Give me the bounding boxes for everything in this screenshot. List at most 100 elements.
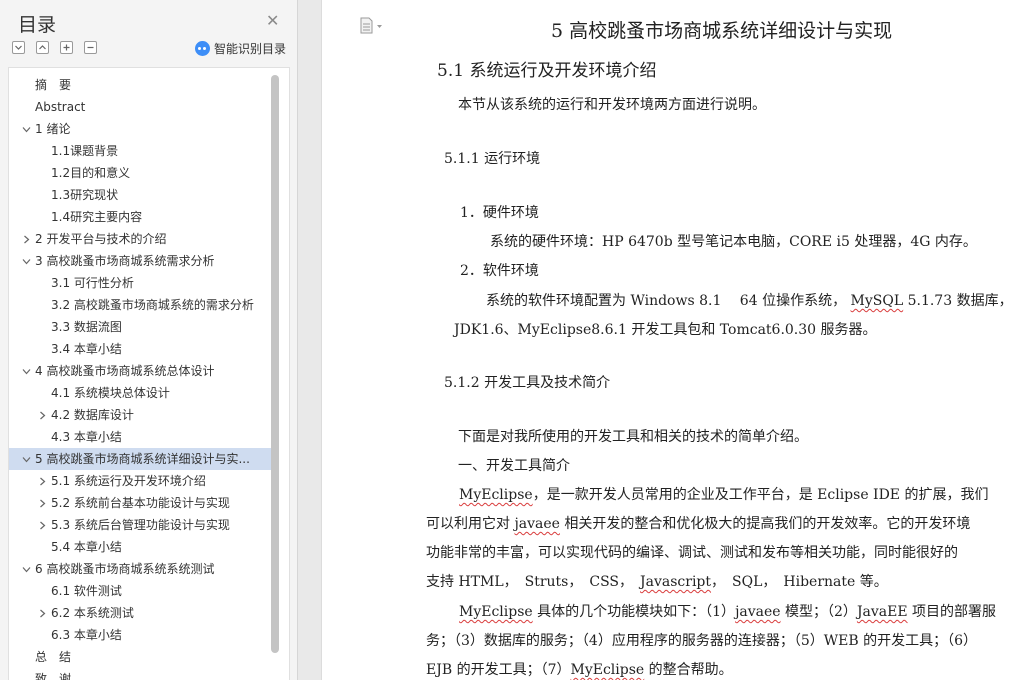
toc-item[interactable]: 6.1 软件测试 xyxy=(9,580,272,602)
section-heading: 5.1 系统运行及开发环境介绍 xyxy=(437,61,657,81)
toc-item[interactable]: 1.3研究现状 xyxy=(9,184,272,206)
spellcheck-word: JavaEE xyxy=(856,604,908,620)
collapse-all-icon[interactable] xyxy=(36,41,49,54)
close-icon[interactable]: ✕ xyxy=(266,11,279,30)
chevron-down-icon[interactable] xyxy=(22,125,31,134)
toc-item-label: 总 结 xyxy=(35,650,72,664)
subsection-heading-512: 5.1.2 开发工具及技术简介 xyxy=(444,375,611,391)
toc-item-label: 1.4研究主要内容 xyxy=(51,210,143,224)
spellcheck-word: MyEclipse xyxy=(459,487,533,503)
toc-item[interactable]: 4.3 本章小结 xyxy=(9,426,272,448)
toc-item[interactable]: 1 绪论 xyxy=(9,118,272,140)
text-run: 模型；（2） xyxy=(780,604,857,620)
toc-item[interactable]: 摘 要 xyxy=(9,74,272,96)
toc-item-label: 5.3 系统后台管理功能设计与实现 xyxy=(51,518,230,532)
spellcheck-word: javaee xyxy=(735,604,781,620)
text-run: 系统的软件环境配置为 Windows 8.1 64 位操作系统， xyxy=(486,293,851,309)
body-line: MyEclipse 具体的几个功能模块如下：（1）javaee 模型；（2）Ja… xyxy=(459,601,996,621)
spellcheck-word: MySQL xyxy=(850,293,904,309)
toc-item[interactable]: 5.3 系统后台管理功能设计与实现 xyxy=(9,514,272,536)
hardware-title: 1．硬件环境 xyxy=(460,205,539,221)
toc-item-label: 4.1 系统模块总体设计 xyxy=(51,386,170,400)
expand-all-icon[interactable] xyxy=(12,41,25,54)
toc-item[interactable]: 1.2目的和意义 xyxy=(9,162,272,184)
toc-item[interactable]: 1.4研究主要内容 xyxy=(9,206,272,228)
toc-item-label: 6.1 软件测试 xyxy=(51,584,122,598)
toc-item[interactable]: 3.3 数据流图 xyxy=(9,316,272,338)
toc-item[interactable]: 3 高校跳蚤市场商城系统需求分析 xyxy=(9,250,272,272)
toc-item-label: 5.2 系统前台基本功能设计与实现 xyxy=(51,496,230,510)
spellcheck-word: MyEclipse xyxy=(570,662,645,678)
document-area: 5 高校跳蚤市场商城系统详细设计与实现 5.1 系统运行及开发环境介绍 本节从该… xyxy=(299,0,1021,680)
toc-panel-title: 目录 xyxy=(18,14,57,36)
add-heading-icon[interactable] xyxy=(60,41,73,54)
document-icon[interactable] xyxy=(360,17,386,39)
toc-item[interactable]: 5 高校跳蚤市场商城系统详细设计与实... xyxy=(9,448,272,470)
toc-scrollbar[interactable] xyxy=(271,75,279,653)
spellcheck-word: javaee xyxy=(514,516,560,532)
toc-list: 摘 要 Abstract 1 绪论 1.1课题背景 1.2目的和意义 1.3研究现状 1.4… xyxy=(9,74,272,680)
body-line: MyEclipse，是一款开发人员常用的企业及工作平台，是 Eclipse ID… xyxy=(459,484,988,504)
toc-item[interactable]: 4 高校跳蚤市场商城系统总体设计 xyxy=(9,360,272,382)
toc-item[interactable]: 3.2 高校跳蚤市场商城系统的需求分析 xyxy=(9,294,272,316)
text-run: 具体的几个功能模块如下：（1） xyxy=(532,604,736,620)
toc-item[interactable]: 4.2 数据库设计 xyxy=(9,404,272,426)
toc-item-label: 6 高校跳蚤市场商城系统系统测试 xyxy=(35,562,215,576)
chevron-down-icon[interactable] xyxy=(22,367,31,376)
body-line: 可以利用它对 javaee 相关开发的整合和优化极大的提高我们的开发效率。它的开… xyxy=(426,513,970,533)
toc-item-label: 3.4 本章小结 xyxy=(51,342,122,356)
toc-item[interactable]: 5.2 系统前台基本功能设计与实现 xyxy=(9,492,272,514)
body-line: 务；（3）数据库的服务；（4）应用程序的服务器的连接器；（5）WEB 的开发工具… xyxy=(426,633,977,649)
toc-item[interactable]: 2 开发平台与技术的介绍 xyxy=(9,228,272,250)
toc-item[interactable]: 5.1 系统运行及开发环境介绍 xyxy=(9,470,272,492)
toc-item[interactable]: 致 谢 xyxy=(9,668,272,680)
toc-tree: 摘 要 Abstract 1 绪论 1.1课题背景 1.2目的和意义 1.3研究现状 1.4… xyxy=(8,67,290,680)
toc-item[interactable]: 3.1 可行性分析 xyxy=(9,272,272,294)
text-run: ， SQL， Hibernate 等。 xyxy=(711,574,888,590)
toc-item[interactable]: 3.4 本章小结 xyxy=(9,338,272,360)
toc-item-label: 6.3 本章小结 xyxy=(51,628,122,642)
text-run: 项目的部署服 xyxy=(907,604,997,620)
text-run: 支持 HTML， Struts， CSS， xyxy=(426,574,641,590)
toc-item[interactable]: Abstract xyxy=(9,96,272,118)
text-run: 可以利用它对 xyxy=(426,516,515,532)
smart-toc-label: 智能识别目录 xyxy=(214,42,287,56)
toc-panel: 目录 ✕ 智能识别目录 摘 要 Abstract 1 绪论 1.1课题背景 1.2目的和… xyxy=(0,0,298,680)
chevron-down-icon[interactable] xyxy=(22,257,31,266)
toc-item-label: 3.2 高校跳蚤市场商城系统的需求分析 xyxy=(51,298,254,312)
toc-item[interactable]: 1.1课题背景 xyxy=(9,140,272,162)
toc-item-label: 摘 要 xyxy=(35,78,72,92)
chevron-right-icon[interactable] xyxy=(38,499,47,508)
chevron-right-icon[interactable] xyxy=(38,477,47,486)
tools-intro-paragraph: 下面是对我所使用的开发工具和相关的技术的简单介绍。 xyxy=(458,429,808,445)
text-run: ，是一款开发人员常用的企业及工作平台，是 Eclipse IDE 的扩展，我们 xyxy=(532,487,989,503)
toc-item-label: 3.3 数据流图 xyxy=(51,320,122,334)
chevron-right-icon[interactable] xyxy=(38,521,47,530)
text-run: 的整合帮助。 xyxy=(644,662,733,678)
software-body-line-2: JDK1.6、MyEclipse8.6.1 开发工具包和 Tomcat6.0.3… xyxy=(454,322,877,338)
chevron-down-icon[interactable] xyxy=(22,455,31,464)
toc-item[interactable]: 6 高校跳蚤市场商城系统系统测试 xyxy=(9,558,272,580)
toc-item[interactable]: 6.2 本系统测试 xyxy=(9,602,272,624)
toc-item-label: 致 谢 xyxy=(35,672,72,680)
chevron-right-icon[interactable] xyxy=(22,235,31,244)
body-line: 支持 HTML， Struts， CSS， Javascript， SQL， H… xyxy=(426,571,888,591)
toc-item[interactable]: 6.3 本章小结 xyxy=(9,624,272,646)
chevron-right-icon[interactable] xyxy=(38,411,47,420)
toc-item-label: 3.1 可行性分析 xyxy=(51,276,134,290)
chevron-right-icon[interactable] xyxy=(38,609,47,618)
toc-item-label: 1.1课题背景 xyxy=(51,144,119,158)
ai-icon xyxy=(195,41,210,56)
remove-heading-icon[interactable] xyxy=(84,41,97,54)
chevron-down-icon[interactable] xyxy=(22,565,31,574)
spellcheck-word: MyEclipse xyxy=(459,604,533,620)
toc-item-label: 1.2目的和意义 xyxy=(51,166,131,180)
toc-item[interactable]: 4.1 系统模块总体设计 xyxy=(9,382,272,404)
smart-toc-button[interactable]: 智能识别目录 xyxy=(195,40,286,57)
toc-item[interactable]: 总 结 xyxy=(9,646,272,668)
document-page: 5 高校跳蚤市场商城系统详细设计与实现 5.1 系统运行及开发环境介绍 本节从该… xyxy=(321,0,1021,680)
subsection-heading-511: 5.1.1 运行环境 xyxy=(444,151,541,167)
toc-item[interactable]: 5.4 本章小结 xyxy=(9,536,272,558)
toc-item-label: 3 高校跳蚤市场商城系统需求分析 xyxy=(35,254,215,268)
spellcheck-word: Javascript xyxy=(640,574,712,590)
